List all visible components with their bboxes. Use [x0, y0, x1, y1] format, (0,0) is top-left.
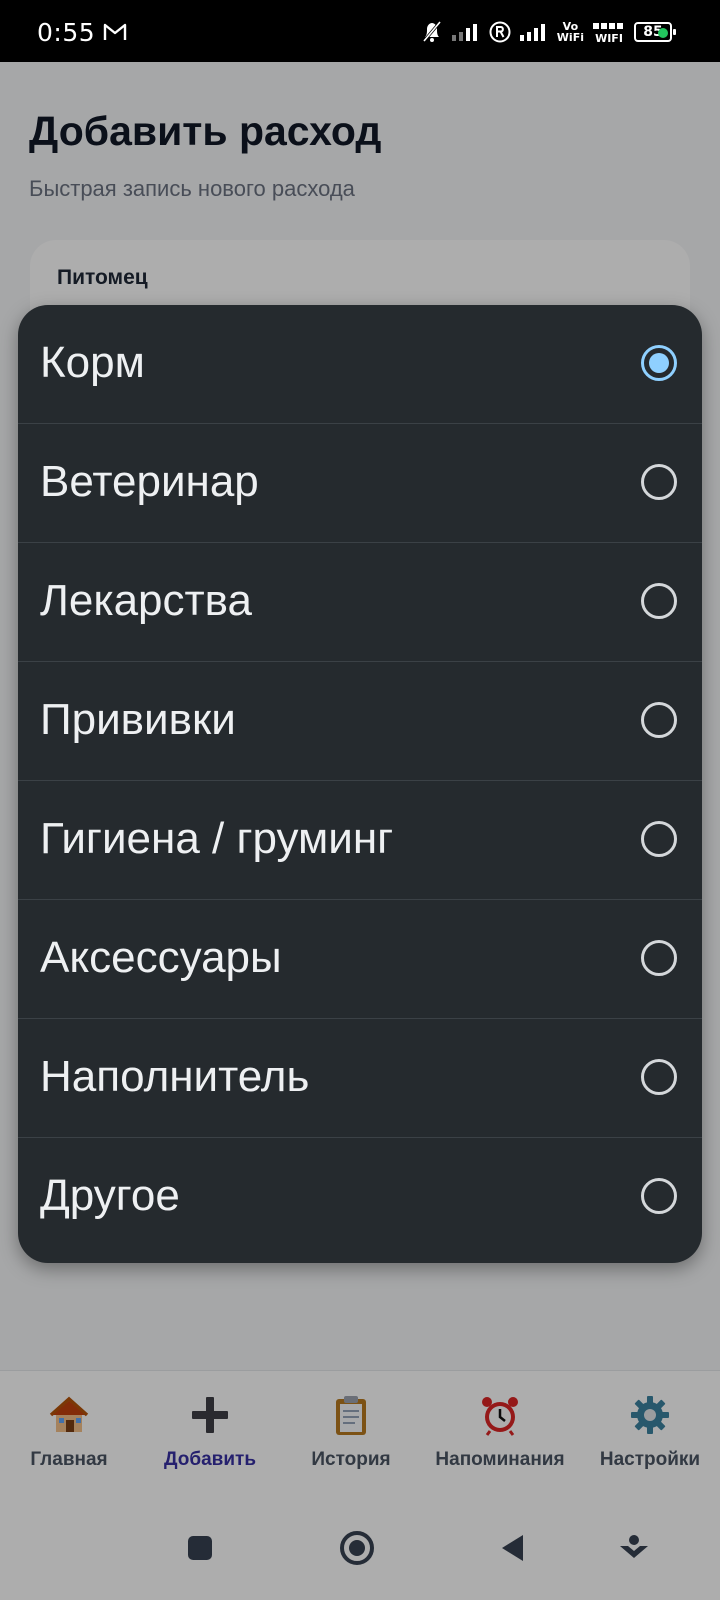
signal-icon	[519, 24, 545, 41]
signal-weak-icon	[451, 24, 477, 41]
roaming-icon	[489, 21, 511, 43]
category-option-litter[interactable]: Наполнитель	[18, 1019, 702, 1138]
option-label: Корм	[40, 338, 145, 387]
status-bar: 0:55 Vo WiFi WIFI 85	[0, 0, 720, 62]
radio-icon[interactable]	[641, 583, 677, 619]
radio-icon[interactable]	[641, 1059, 677, 1095]
option-label: Аксессуары	[40, 933, 282, 982]
privacy-dot	[658, 28, 668, 38]
gmail-icon	[103, 23, 127, 40]
option-label: Гигиена / груминг	[40, 814, 394, 863]
option-label: Другое	[40, 1171, 180, 1220]
option-label: Ветеринар	[40, 457, 259, 506]
radio-selected-icon[interactable]	[641, 345, 677, 381]
status-time: 0:55	[37, 18, 96, 47]
option-label: Наполнитель	[40, 1052, 310, 1101]
option-label: Лекарства	[40, 576, 253, 625]
wifi-icon	[593, 22, 623, 29]
vowifi-indicator: Vo WiFi	[556, 20, 584, 44]
radio-icon[interactable]	[641, 464, 677, 500]
radio-icon[interactable]	[641, 940, 677, 976]
radio-icon[interactable]	[641, 702, 677, 738]
category-picker-dialog: Корм Ветеринар Лекарства Прививки Гигиен…	[18, 305, 702, 1263]
status-icons: Vo WiFi WIFI 85	[421, 18, 676, 46]
category-option-food[interactable]: Корм	[18, 305, 702, 424]
category-option-vet[interactable]: Ветеринар	[18, 424, 702, 543]
wifi-indicator: WIFI	[592, 21, 626, 44]
category-option-vaccines[interactable]: Прививки	[18, 662, 702, 781]
radio-icon[interactable]	[641, 821, 677, 857]
category-option-accessories[interactable]: Аксессуары	[18, 900, 702, 1019]
category-option-other[interactable]: Другое	[18, 1138, 702, 1257]
category-option-grooming[interactable]: Гигиена / груминг	[18, 781, 702, 900]
category-option-medicine[interactable]: Лекарства	[18, 543, 702, 662]
option-label: Прививки	[40, 695, 236, 744]
bell-muted-icon	[422, 21, 441, 42]
radio-icon[interactable]	[641, 1178, 677, 1214]
